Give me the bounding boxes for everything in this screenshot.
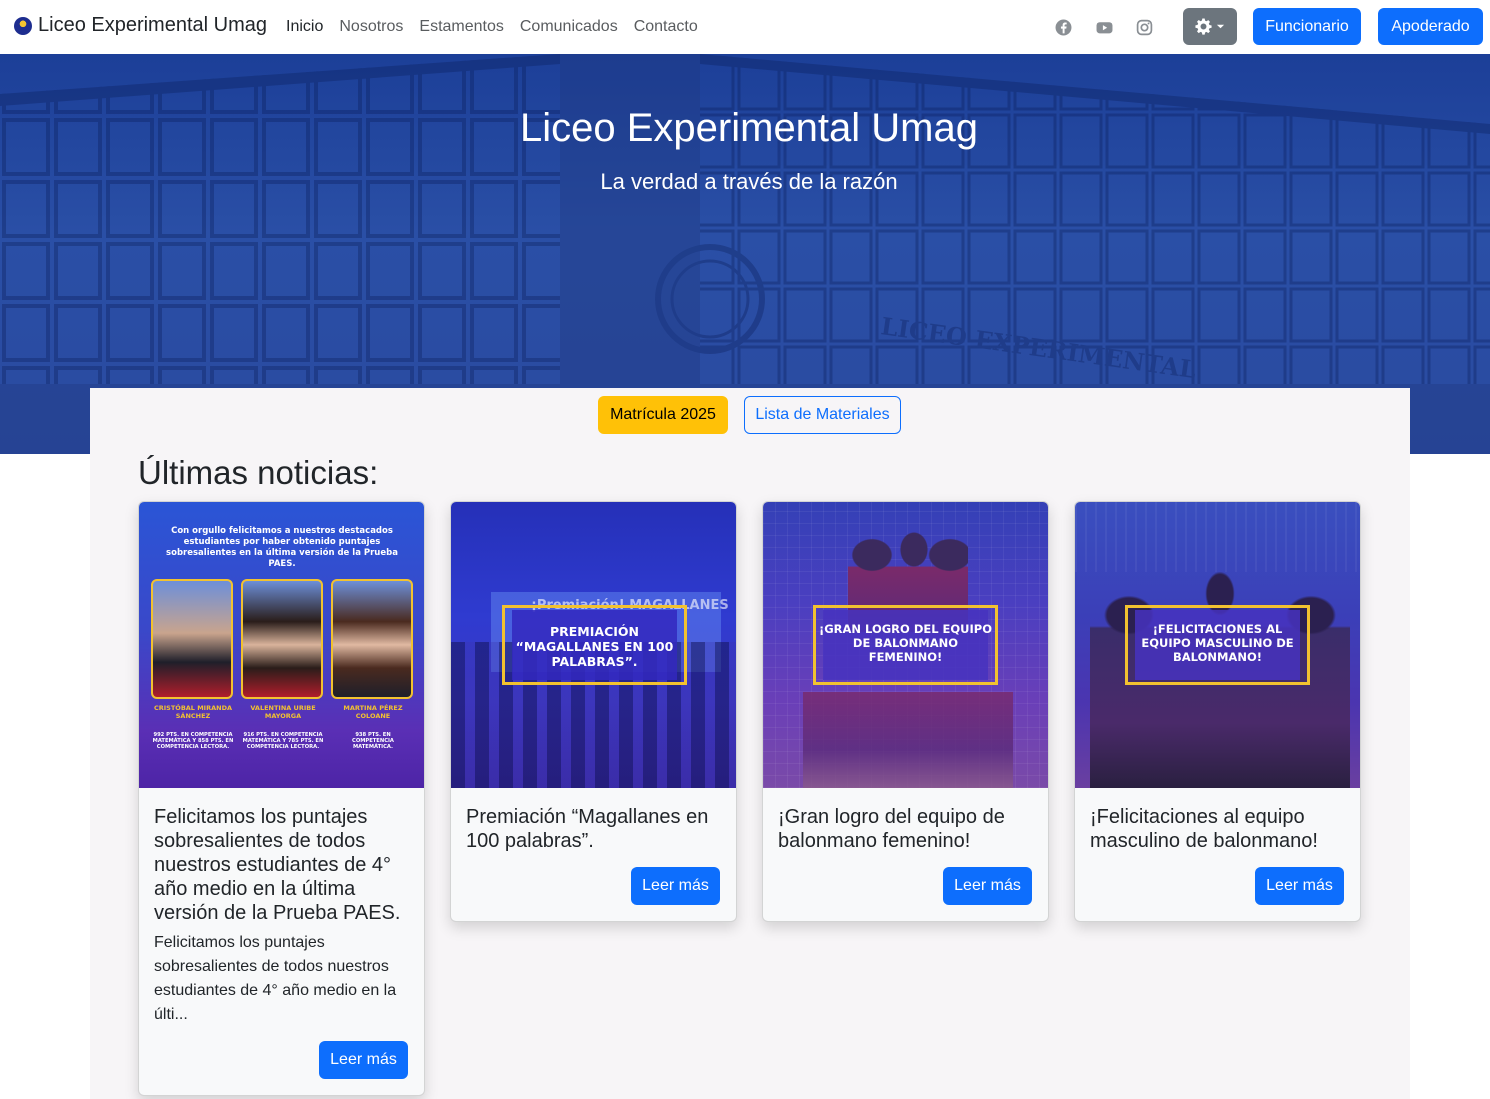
- student-name: CRISTÓBAL MIRANDA SÁNCHEZ: [153, 704, 232, 720]
- nav-link-estamentos[interactable]: Estamentos: [419, 18, 503, 36]
- hero-subtitle: La verdad a través de la razón: [600, 169, 898, 194]
- school-logo-icon: [14, 16, 32, 35]
- news-card-title: ¡Felicitaciones al equipo masculino de b…: [1090, 806, 1318, 852]
- student-name: VALENTINA URIBE MAYORGA: [250, 704, 316, 720]
- news-card-body: Premiación “Magallanes en 100 palabras”.…: [451, 788, 736, 921]
- image-intro-text: Con orgullo felicitamos a nuestros desta…: [166, 526, 398, 569]
- read-more-button[interactable]: Leer más: [943, 867, 1032, 905]
- image-overlay-text: ¡FELICITACIONES AL EQUIPO MASCULINO DE B…: [1141, 622, 1294, 664]
- news-card-image[interactable]: ¡GRAN LOGRO DEL EQUIPO DE BALONMANO FEME…: [763, 502, 1048, 788]
- read-more-button[interactable]: Leer más: [1255, 867, 1344, 905]
- nav-link-inicio[interactable]: Inicio: [286, 18, 323, 36]
- read-more-button[interactable]: Leer más: [319, 1041, 408, 1079]
- news-card-excerpt: Felicitamos los puntajes sobresalientes …: [154, 934, 397, 1023]
- nav-links: Inicio Nosotros Estamentos Comunicados C…: [286, 0, 714, 54]
- news-card-title: ¡Gran logro del equipo de balonmano feme…: [778, 806, 1005, 852]
- news-card-image[interactable]: ¡FELICITACIONES AL EQUIPO MASCULINO DE B…: [1075, 502, 1360, 788]
- student-photo: [241, 579, 323, 699]
- news-card-body: ¡Gran logro del equipo de balonmano feme…: [763, 788, 1048, 921]
- nav-link-nosotros[interactable]: Nosotros: [339, 18, 403, 36]
- news-card: ¡Premiación! MAGALLANES PREMIACIÓN “MAGA…: [450, 501, 737, 922]
- matricula-button[interactable]: Matrícula 2025: [598, 396, 728, 434]
- news-card-title: Premiación “Magallanes en 100 palabras”.: [466, 806, 709, 852]
- student-photo: [151, 579, 233, 699]
- chevron-down-icon: [1216, 24, 1225, 29]
- materiales-button[interactable]: Lista de Materiales: [744, 396, 901, 434]
- news-card: Con orgullo felicitamos a nuestros desta…: [138, 501, 425, 1096]
- news-card-title: Felicitamos los puntajes sobresalientes …: [154, 806, 401, 924]
- student-name: MARTINA PÉREZ COLOANE: [343, 704, 403, 720]
- student-photo: [331, 579, 413, 699]
- news-card: ¡GRAN LOGRO DEL EQUIPO DE BALONMANO FEME…: [762, 501, 1049, 922]
- image-overlay-text: ¡GRAN LOGRO DEL EQUIPO DE BALONMANO FEME…: [818, 622, 993, 664]
- team-photo: [803, 692, 1013, 788]
- nav-link-comunicados[interactable]: Comunicados: [520, 18, 618, 36]
- funcionario-button[interactable]: Funcionario: [1253, 8, 1361, 45]
- student-score: 992 PTS. EN COMPETENCIA MATEMÁTICA Y 858…: [152, 732, 234, 751]
- apoderado-button[interactable]: Apoderado: [1378, 8, 1483, 45]
- news-card-image[interactable]: Con orgullo felicitamos a nuestros desta…: [139, 502, 424, 788]
- facebook-icon[interactable]: [1053, 17, 1073, 37]
- youtube-icon[interactable]: [1094, 17, 1114, 37]
- read-more-button[interactable]: Leer más: [631, 867, 720, 905]
- hero-title: Liceo Experimental Umag: [520, 106, 978, 150]
- nav-link-contacto[interactable]: Contacto: [634, 18, 698, 36]
- main-content: Matrícula 2025 Lista de Materiales Últim…: [90, 388, 1410, 1099]
- theme-toggle-button[interactable]: [1183, 8, 1237, 45]
- news-card-body: Felicitamos los puntajes sobresalientes …: [139, 788, 424, 1095]
- news-heading: Últimas noticias:: [138, 454, 379, 491]
- news-card-image[interactable]: ¡Premiación! MAGALLANES PREMIACIÓN “MAGA…: [451, 502, 736, 788]
- brand[interactable]: Liceo Experimental Umag: [14, 14, 267, 37]
- brand-name: Liceo Experimental Umag: [38, 14, 267, 36]
- gear-icon: [1195, 18, 1212, 35]
- student-score: 938 PTS. EN COMPETENCIA MATEMÁTICA.: [352, 732, 394, 751]
- news-card: ¡FELICITACIONES AL EQUIPO MASCULINO DE B…: [1074, 501, 1361, 922]
- news-card-body: ¡Felicitaciones al equipo masculino de b…: [1075, 788, 1360, 921]
- navbar: Liceo Experimental Umag Inicio Nosotros …: [0, 0, 1490, 54]
- image-overlay-text: PREMIACIÓN “MAGALLANES EN 100 PALABRAS”.: [515, 624, 674, 669]
- instagram-icon[interactable]: [1134, 17, 1154, 37]
- student-score: 916 PTS. EN COMPETENCIA MATEMÁTICA Y 785…: [242, 732, 324, 751]
